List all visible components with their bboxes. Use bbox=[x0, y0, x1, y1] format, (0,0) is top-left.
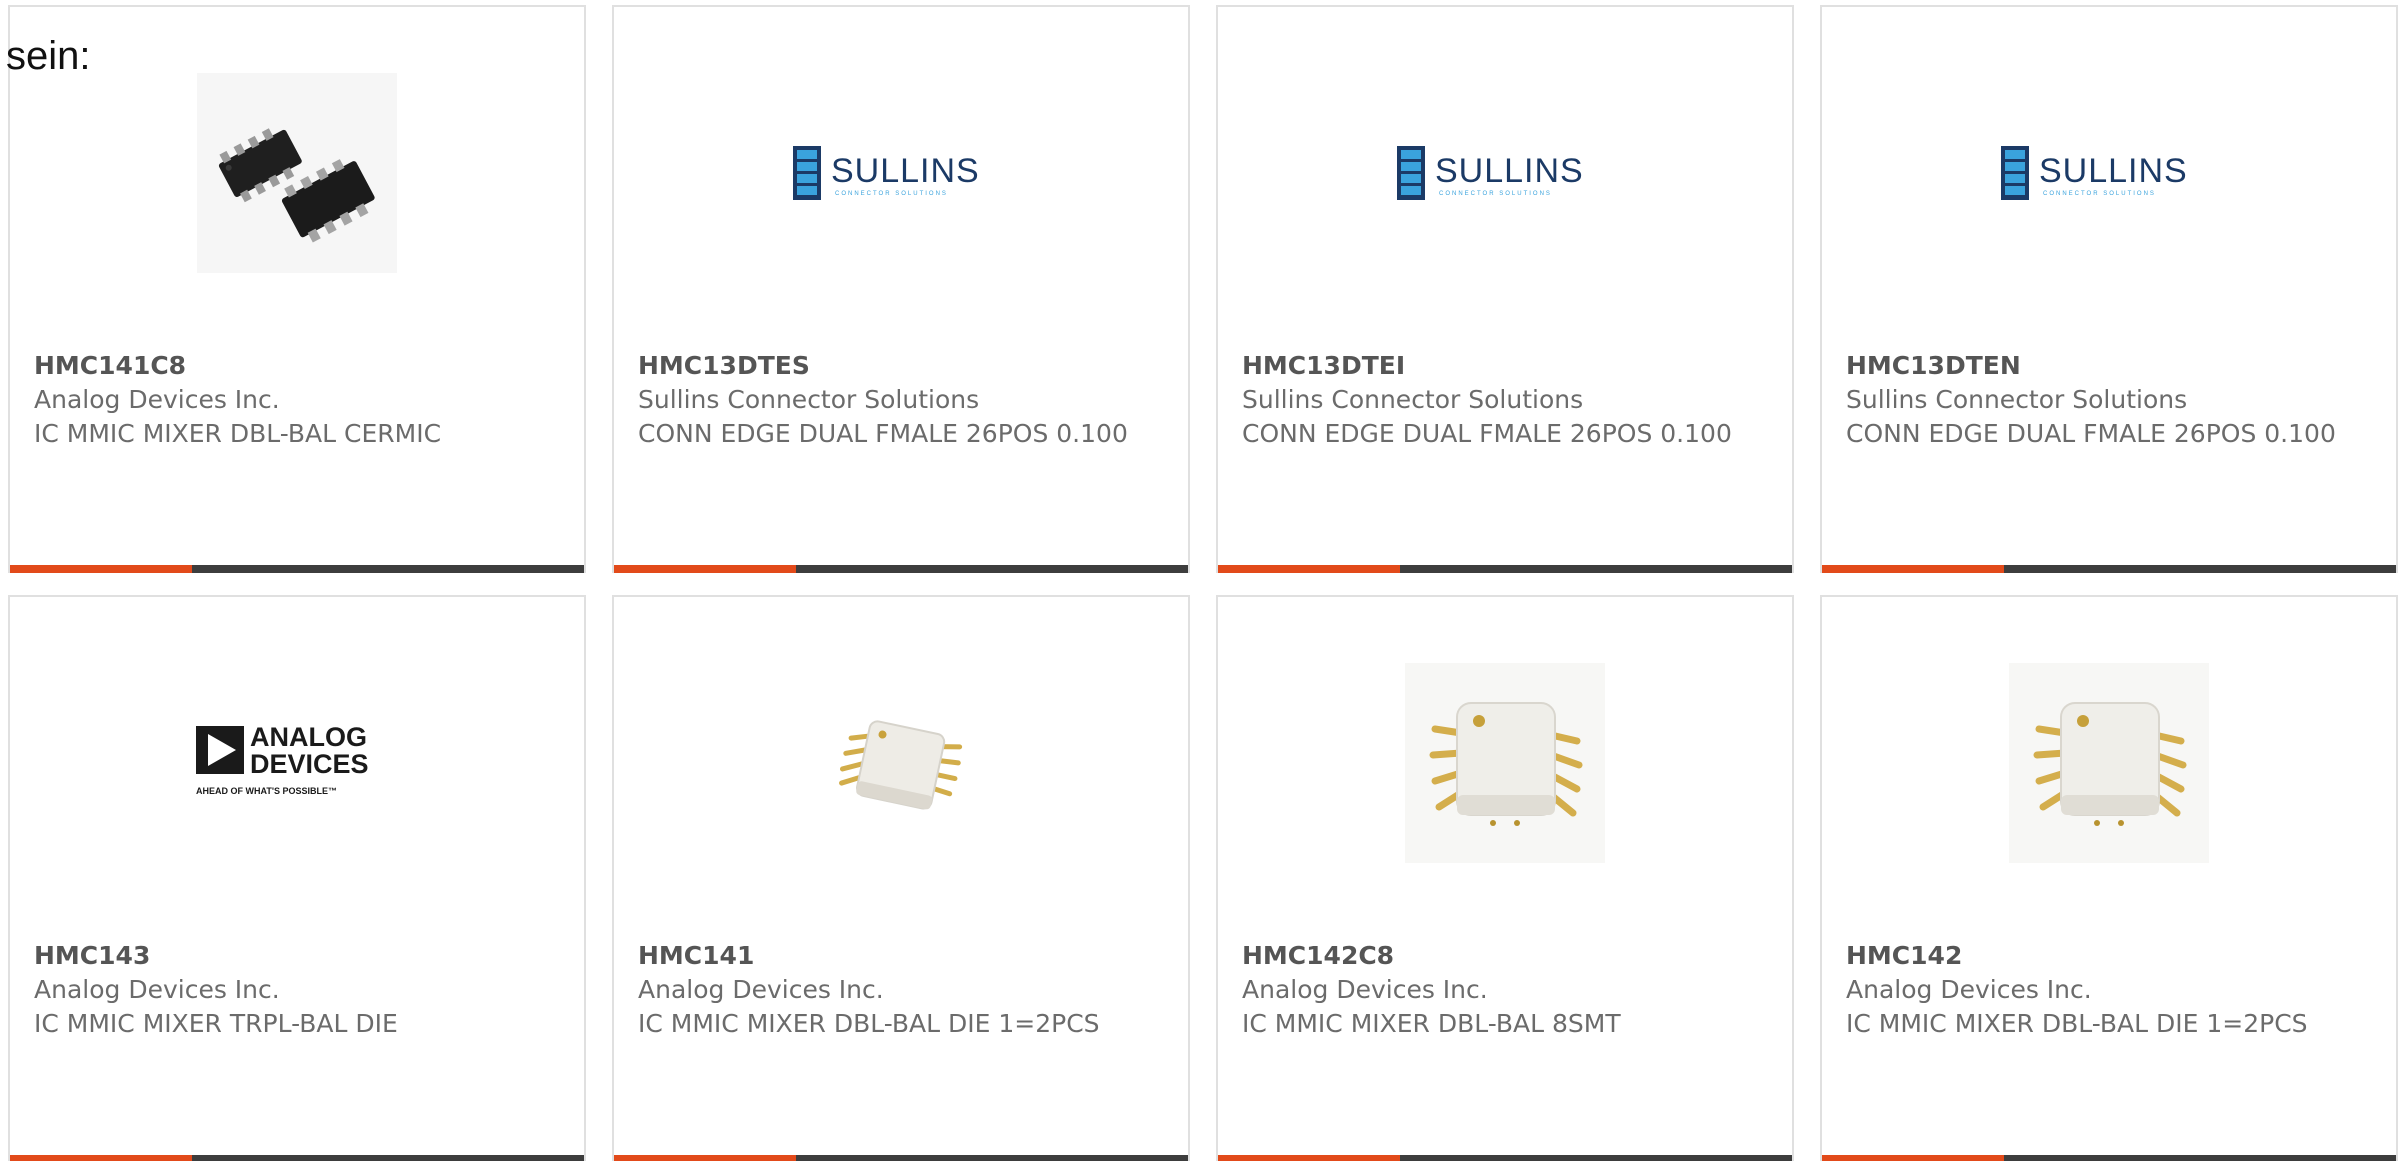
description: IC MMIC MIXER DBL-BAL DIE 1=2PCS bbox=[1846, 1009, 2308, 1038]
manufacturer: Analog Devices Inc. bbox=[1242, 975, 1488, 1004]
svg-text:SULLINS: SULLINS bbox=[831, 152, 980, 190]
card-accent bbox=[614, 565, 796, 573]
product-info: HMC141C8 Analog Devices Inc. IC MMIC MIX… bbox=[34, 349, 564, 451]
description: IC MMIC MIXER TRPL-BAL DIE bbox=[34, 1009, 398, 1038]
card-bottom-bar bbox=[1218, 565, 1792, 573]
description: CONN EDGE DUAL FMALE 26POS 0.100 bbox=[1242, 419, 1732, 448]
part-number-link[interactable]: HMC142 bbox=[1846, 939, 2376, 973]
description: IC MMIC MIXER DBL-BAL CERMIC bbox=[34, 419, 442, 448]
card-bottom-bar bbox=[10, 1155, 584, 1161]
svg-text:ANALOG: ANALOG bbox=[250, 722, 367, 752]
card-accent bbox=[10, 565, 192, 573]
card-bottom-bar bbox=[614, 565, 1188, 573]
svg-text:DEVICES: DEVICES bbox=[250, 749, 369, 779]
product-image[interactable] bbox=[1218, 663, 1792, 863]
sullins-logo-icon: SULLINS CONNECTOR SOLUTIONS bbox=[1397, 146, 1584, 200]
card-bottom-bar bbox=[10, 565, 584, 573]
product-info: HMC13DTES Sullins Connector Solutions CO… bbox=[638, 349, 1168, 451]
svg-text:SULLINS: SULLINS bbox=[2039, 152, 2188, 190]
part-number-link[interactable]: HMC142C8 bbox=[1242, 939, 1772, 973]
lead-text: sein: bbox=[6, 34, 91, 78]
part-number-link[interactable]: HMC143 bbox=[34, 939, 564, 973]
card-accent bbox=[1218, 565, 1400, 573]
description: CONN EDGE DUAL FMALE 26POS 0.100 bbox=[638, 419, 1128, 448]
sullins-logo-icon: SULLINS CONNECTOR SOLUTIONS bbox=[793, 146, 980, 200]
product-image[interactable]: SULLINS CONNECTOR SOLUTIONS bbox=[1218, 73, 1792, 273]
card-bottom-bar bbox=[614, 1155, 1188, 1161]
part-number-link[interactable]: HMC13DTES bbox=[638, 349, 1168, 383]
manufacturer: Analog Devices Inc. bbox=[34, 975, 280, 1004]
manufacturer: Analog Devices Inc. bbox=[638, 975, 884, 1004]
product-card[interactable]: SULLINS CONNECTOR SOLUTIONS HMC13DTEN Su… bbox=[1820, 5, 2398, 573]
card-bottom-bar bbox=[1822, 565, 2396, 573]
product-image[interactable] bbox=[1822, 663, 2396, 863]
chip-photo-icon bbox=[2009, 663, 2209, 863]
product-image[interactable] bbox=[10, 73, 584, 273]
svg-text:CONNECTOR SOLUTIONS: CONNECTOR SOLUTIONS bbox=[1439, 191, 1552, 197]
part-number-link[interactable]: HMC13DTEI bbox=[1242, 349, 1772, 383]
description: IC MMIC MIXER DBL-BAL 8SMT bbox=[1242, 1009, 1621, 1038]
card-accent bbox=[1218, 1155, 1400, 1161]
svg-text:AHEAD OF WHAT'S POSSIBLE™: AHEAD OF WHAT'S POSSIBLE™ bbox=[196, 786, 337, 796]
chip-photo-icon bbox=[1405, 663, 1605, 863]
manufacturer: Analog Devices Inc. bbox=[34, 385, 280, 414]
svg-text:CONNECTOR SOLUTIONS: CONNECTOR SOLUTIONS bbox=[835, 191, 948, 197]
svg-text:SULLINS: SULLINS bbox=[1435, 152, 1584, 190]
chip-photo-icon bbox=[197, 73, 397, 273]
manufacturer: Sullins Connector Solutions bbox=[1846, 385, 2188, 414]
product-info: HMC13DTEI Sullins Connector Solutions CO… bbox=[1242, 349, 1772, 451]
product-image[interactable] bbox=[614, 663, 1188, 863]
part-number-link[interactable]: HMC141 bbox=[638, 939, 1168, 973]
product-image[interactable]: SULLINS CONNECTOR SOLUTIONS bbox=[614, 73, 1188, 273]
page: sein: HMC141C8 Analog Devices Inc. IC MM… bbox=[0, 0, 2400, 1161]
card-accent bbox=[1822, 1155, 2004, 1161]
product-card[interactable]: HMC142 Analog Devices Inc. IC MMIC MIXER… bbox=[1820, 595, 2398, 1161]
card-accent bbox=[1822, 565, 2004, 573]
manufacturer: Sullins Connector Solutions bbox=[638, 385, 980, 414]
analog-devices-logo-icon: ANALOG DEVICES AHEAD OF WHAT'S POSSIBLE™ bbox=[196, 722, 369, 796]
description: IC MMIC MIXER DBL-BAL DIE 1=2PCS bbox=[638, 1009, 1100, 1038]
part-number-link[interactable]: HMC13DTEN bbox=[1846, 349, 2376, 383]
description: CONN EDGE DUAL FMALE 26POS 0.100 bbox=[1846, 419, 2336, 448]
manufacturer: Analog Devices Inc. bbox=[1846, 975, 2092, 1004]
chip-photo-icon bbox=[839, 720, 963, 810]
product-info: HMC142C8 Analog Devices Inc. IC MMIC MIX… bbox=[1242, 939, 1772, 1041]
product-card[interactable]: HMC142C8 Analog Devices Inc. IC MMIC MIX… bbox=[1216, 595, 1794, 1161]
product-image[interactable]: SULLINS CONNECTOR SOLUTIONS bbox=[1822, 73, 2396, 273]
card-bottom-bar bbox=[1218, 1155, 1792, 1161]
product-info: HMC142 Analog Devices Inc. IC MMIC MIXER… bbox=[1846, 939, 2376, 1041]
product-card[interactable]: SULLINS CONNECTOR SOLUTIONS HMC13DTES Su… bbox=[612, 5, 1190, 573]
product-grid: HMC141C8 Analog Devices Inc. IC MMIC MIX… bbox=[8, 5, 2398, 1161]
product-card[interactable]: SULLINS CONNECTOR SOLUTIONS HMC13DTEI Su… bbox=[1216, 5, 1794, 573]
card-accent bbox=[10, 1155, 192, 1161]
part-number-link[interactable]: HMC141C8 bbox=[34, 349, 564, 383]
sullins-logo-icon: SULLINS CONNECTOR SOLUTIONS bbox=[2001, 146, 2188, 200]
product-info: HMC141 Analog Devices Inc. IC MMIC MIXER… bbox=[638, 939, 1168, 1041]
product-image[interactable]: ANALOG DEVICES AHEAD OF WHAT'S POSSIBLE™ bbox=[10, 663, 584, 863]
product-card[interactable]: HMC141C8 Analog Devices Inc. IC MMIC MIX… bbox=[8, 5, 586, 573]
product-card[interactable]: HMC141 Analog Devices Inc. IC MMIC MIXER… bbox=[612, 595, 1190, 1161]
product-info: HMC13DTEN Sullins Connector Solutions CO… bbox=[1846, 349, 2376, 451]
svg-text:CONNECTOR SOLUTIONS: CONNECTOR SOLUTIONS bbox=[2043, 191, 2156, 197]
card-bottom-bar bbox=[1822, 1155, 2396, 1161]
manufacturer: Sullins Connector Solutions bbox=[1242, 385, 1584, 414]
card-accent bbox=[614, 1155, 796, 1161]
product-card[interactable]: ANALOG DEVICES AHEAD OF WHAT'S POSSIBLE™… bbox=[8, 595, 586, 1161]
product-info: HMC143 Analog Devices Inc. IC MMIC MIXER… bbox=[34, 939, 564, 1041]
